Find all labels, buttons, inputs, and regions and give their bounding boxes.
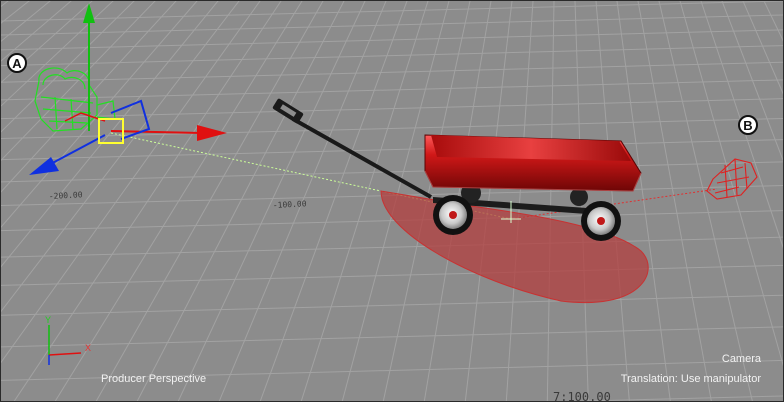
grid-line xyxy=(561,1,783,401)
grid-line xyxy=(561,1,783,401)
callout-b: B xyxy=(738,115,758,135)
scene-canvas[interactable]: -200.00 -100.00 7:100.00 Y X xyxy=(1,1,783,401)
grid-line xyxy=(561,1,783,401)
grid-line xyxy=(561,1,783,401)
grid-line xyxy=(1,61,783,83)
grid-line xyxy=(561,1,783,401)
grid-line xyxy=(658,1,753,401)
callout-a: A xyxy=(7,53,27,73)
grid-line xyxy=(561,1,783,401)
view-name-label: Producer Perspective xyxy=(101,373,207,385)
view-axis-indicator: Y X xyxy=(45,315,91,365)
wheel xyxy=(433,195,473,235)
grid-line xyxy=(561,1,783,401)
grid-line xyxy=(561,1,783,401)
grid-line xyxy=(561,1,783,401)
grid-coord-label: -200.00 xyxy=(49,190,83,201)
grid-coord-label: 7:100.00 xyxy=(553,390,611,401)
grid-line xyxy=(561,1,783,401)
spotlight-wireframe-icon[interactable] xyxy=(706,158,758,200)
status-text: Translation: Use manipulator xyxy=(620,373,761,385)
grid-line xyxy=(561,1,783,401)
grid-line xyxy=(1,45,783,67)
grid-line xyxy=(561,1,783,401)
grid-line xyxy=(561,1,783,401)
axis-y-label: Y xyxy=(45,315,51,325)
grid-line xyxy=(679,1,783,367)
camera-wireframe-icon[interactable] xyxy=(34,67,116,132)
grid-line xyxy=(561,1,783,401)
grid-line xyxy=(561,1,783,401)
grid-coord-label: -100.00 xyxy=(273,199,307,210)
3d-viewport[interactable]: -200.00 -100.00 7:100.00 Y X A B Produce… xyxy=(0,0,784,402)
grid-line xyxy=(561,1,783,401)
grid-line xyxy=(561,1,783,401)
grid-line xyxy=(561,1,783,401)
wheel xyxy=(581,201,621,241)
grid-line xyxy=(561,1,783,401)
grid-line xyxy=(721,1,783,162)
grid-line xyxy=(561,1,783,401)
axis-x-label: X xyxy=(85,343,91,353)
grid-line xyxy=(561,1,783,401)
grid-line xyxy=(1,264,783,286)
grid-line xyxy=(567,395,783,401)
grid-line xyxy=(561,1,783,401)
grid-line xyxy=(561,1,783,401)
grid-line xyxy=(546,1,555,401)
grid-line xyxy=(561,1,783,401)
grid-line xyxy=(561,1,783,401)
grid-line xyxy=(561,1,783,401)
grid-line xyxy=(561,1,783,401)
grid-line xyxy=(95,1,324,401)
grid-line xyxy=(561,1,783,401)
camera-label: Camera xyxy=(721,353,761,365)
grid-line xyxy=(561,1,783,401)
grid-line xyxy=(1,29,783,51)
grid-line xyxy=(561,1,783,401)
grid-line xyxy=(561,1,783,401)
grid-line xyxy=(561,1,783,401)
grid-line xyxy=(561,1,783,401)
grid-line xyxy=(742,1,783,95)
grid-line xyxy=(1,236,783,258)
grid-line xyxy=(700,1,783,249)
grid-line xyxy=(561,1,783,401)
grid-line xyxy=(1,79,783,101)
grid-line xyxy=(763,1,783,42)
grid-line xyxy=(561,1,783,401)
wagon-handle[interactable] xyxy=(272,98,432,199)
grid-line xyxy=(1,118,783,140)
grid-line xyxy=(561,1,783,401)
grid-line xyxy=(1,326,783,348)
grid-line xyxy=(1,161,783,183)
grid-line xyxy=(561,1,783,401)
